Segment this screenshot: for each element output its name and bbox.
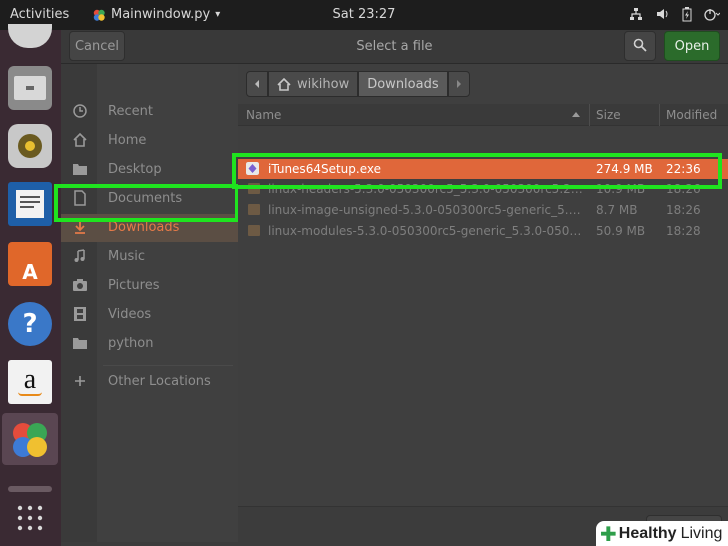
path-scroll-left-button[interactable]: [246, 71, 268, 97]
sidebar-item-label: Other Locations: [108, 374, 211, 389]
writer-app-icon[interactable]: [8, 182, 52, 226]
help-icon[interactable]: ?: [8, 302, 52, 346]
battery-icon[interactable]: [682, 7, 692, 22]
package-file-icon: [248, 204, 260, 215]
sidebar-item-desktop[interactable]: Desktop: [61, 156, 238, 184]
volume-icon[interactable]: [656, 7, 670, 21]
file-modified: 18:28: [666, 224, 701, 238]
home-icon: [277, 77, 291, 91]
path-scroll-right-button[interactable]: [447, 71, 470, 97]
path-segment-label: wikihow: [297, 76, 350, 92]
plus-icon: [75, 376, 85, 386]
power-icon[interactable]: [704, 7, 720, 21]
column-separator: [589, 104, 590, 126]
sidebar-item-label: Pictures: [108, 278, 160, 293]
sidebar-item-pictures[interactable]: Pictures: [61, 272, 238, 300]
sidebar-item-recent[interactable]: Recent: [61, 98, 238, 126]
table-row[interactable]: linux-modules-5.3.0-050300rc5-generic_5.…: [238, 221, 728, 241]
open-button[interactable]: Open: [664, 31, 720, 61]
sidebar-item-label: Recent: [108, 104, 153, 119]
selected-app-icon[interactable]: [8, 418, 52, 462]
itunes-row-highlight-box: [232, 153, 722, 189]
sidebar-item-label: python: [108, 336, 154, 351]
top-panel: Activities Mainwindow.py ▾ Sat 23:27: [0, 0, 728, 30]
clock-icon: [73, 104, 87, 118]
watermark-brand-bold: Healthy: [618, 524, 677, 542]
sidebar-item-python[interactable]: python: [61, 330, 238, 358]
sidebar-item-music[interactable]: Music: [61, 243, 238, 271]
sidebar-item-label: Home: [108, 133, 147, 148]
column-separator: [659, 104, 660, 126]
column-header-modified[interactable]: Modified: [666, 108, 717, 122]
clock[interactable]: Sat 23:27: [0, 7, 728, 22]
sidebar-item-videos[interactable]: Videos: [61, 301, 238, 329]
search-button[interactable]: [624, 31, 656, 61]
column-header-name[interactable]: Name: [246, 108, 281, 122]
amazon-icon[interactable]: a: [8, 360, 52, 404]
column-header-size[interactable]: Size: [596, 108, 621, 122]
cross-logo-icon: ✚: [600, 521, 617, 546]
music-icon: [74, 249, 85, 262]
path-segment-wikihow[interactable]: wikihow: [268, 71, 359, 97]
path-bar: wikihow Downloads: [246, 71, 470, 97]
file-chooser-dialog: Cancel Select a file Open Recent Home De…: [54, 30, 728, 546]
path-segment-downloads[interactable]: Downloads: [358, 71, 448, 97]
search-icon: [633, 38, 647, 52]
package-file-icon: [248, 225, 260, 236]
software-center-icon[interactable]: A: [8, 242, 52, 286]
music-app-icon[interactable]: [8, 124, 52, 168]
watermark-brand-regular: Living: [680, 524, 723, 542]
file-size: 50.9 MB: [596, 224, 646, 238]
path-segment-label: Downloads: [367, 76, 439, 92]
flower-logo-icon: [13, 423, 47, 457]
watermark: ✚ Healthy Living: [596, 521, 728, 546]
sidebar-item-label: Downloads: [108, 220, 180, 235]
sidebar-item-label: Desktop: [108, 162, 162, 177]
sidebar-item-label: Music: [108, 249, 145, 264]
dock-separator: [8, 486, 52, 492]
dock-item-top[interactable]: [8, 24, 52, 48]
sidebar-item-home[interactable]: Home: [61, 127, 238, 155]
downloads-highlight-box: [54, 184, 239, 222]
sort-ascending-icon: [572, 112, 580, 117]
dock: A ? a: [0, 24, 61, 546]
sidebar-item-label: Videos: [108, 307, 152, 322]
film-icon: [74, 307, 86, 321]
chevron-left-icon: [255, 80, 259, 88]
camera-icon: [73, 279, 87, 291]
sidebar-separator: [103, 365, 233, 366]
table-row[interactable]: linux-image-unsigned-5.3.0-050300rc5-gen…: [238, 200, 728, 220]
show-apps-icon[interactable]: [16, 504, 44, 532]
folder-icon: [73, 338, 87, 349]
home-icon: [73, 132, 87, 147]
file-size: 8.7 MB: [596, 203, 638, 217]
network-icon[interactable]: [629, 7, 643, 21]
chevron-right-icon: [456, 80, 461, 88]
file-modified: 18:26: [666, 203, 701, 217]
file-name: linux-modules-5.3.0-050300rc5-generic_5.…: [268, 224, 584, 238]
sidebar-item-other-locations[interactable]: Other Locations: [61, 368, 238, 396]
file-list-area: wikihow Downloads Name Size Modified iTu…: [232, 64, 728, 542]
places-sidebar: Recent Home Desktop Documents Downloads …: [54, 64, 239, 542]
files-app-icon[interactable]: [8, 66, 52, 110]
dialog-headerbar: Cancel Select a file Open: [61, 30, 728, 64]
folder-icon: [73, 164, 87, 175]
file-name: linux-image-unsigned-5.3.0-050300rc5-gen…: [268, 203, 584, 217]
column-headers: Name Size Modified: [238, 104, 728, 126]
